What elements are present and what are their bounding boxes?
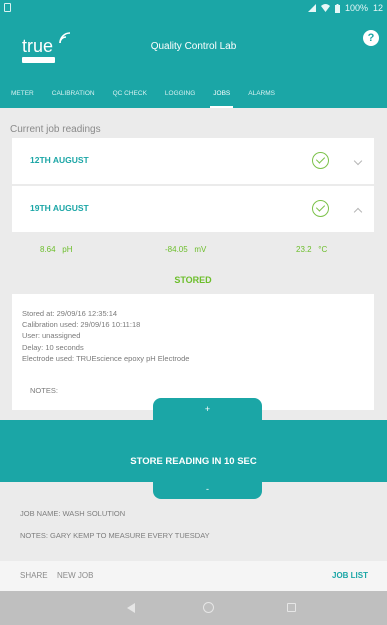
battery-percent: 100% — [344, 3, 368, 13]
store-reading-label: STORE READING IN 10 SEC — [130, 456, 257, 467]
notification-icon — [4, 3, 11, 12]
tab-alarms[interactable]: ALARMS — [239, 80, 284, 108]
calibration-used: Calibration used: 29/09/16 10:11:18 — [22, 320, 141, 330]
job-name: JOB NAME: WASH SOLUTION — [20, 509, 126, 518]
ph-unit: pH — [62, 245, 73, 254]
status-bar: 100% 12 — [0, 0, 387, 16]
back-icon[interactable] — [127, 603, 135, 613]
new-job-button[interactable]: NEW JOB — [57, 571, 93, 580]
app-bar: true Quality Control Lab ? — [0, 16, 387, 80]
temp-reading: 23.2 °C — [296, 245, 327, 254]
home-icon[interactable] — [203, 602, 214, 613]
wifi-icon — [320, 4, 330, 12]
delay: Delay: 10 seconds — [22, 342, 84, 352]
ph-reading: 8.64 pH — [40, 245, 72, 254]
user: User: unassigned — [22, 331, 81, 341]
job-row-12th-august[interactable]: 12TH AUGUST — [12, 138, 374, 184]
decrease-delay-button[interactable]: - — [153, 482, 262, 499]
tab-bar: METER CALIBRATION QC CHECK LOGGING JOBS … — [0, 80, 387, 108]
status-icons: 100% 12 — [307, 3, 383, 13]
tab-logging[interactable]: LOGGING — [156, 80, 204, 108]
logo-tagline — [22, 57, 55, 63]
job-row-19th-august[interactable]: 19TH AUGUST — [12, 186, 374, 232]
mv-unit: mV — [194, 245, 207, 254]
ph-value: 8.64 — [40, 245, 56, 254]
job-notes: NOTES: GARY KEMP TO MEASURE EVERY TUESDA… — [20, 531, 210, 540]
tab-meter[interactable]: METER — [0, 80, 43, 108]
check-circle-icon — [312, 200, 329, 217]
tab-qc-check[interactable]: QC CHECK — [104, 80, 156, 108]
section-title: Current job readings — [10, 124, 101, 135]
mv-value: -84.05 — [165, 245, 188, 254]
stored-status: STORED — [174, 275, 212, 285]
tab-jobs[interactable]: JOBS — [204, 80, 239, 108]
job-list-button[interactable]: JOB LIST — [332, 571, 368, 580]
increase-delay-button[interactable]: + — [153, 398, 262, 420]
recents-icon[interactable] — [287, 603, 296, 612]
electrode-used: Electrode used: TRUEscience epoxy pH Ele… — [22, 353, 190, 363]
tab-calibration[interactable]: CALIBRATION — [43, 80, 104, 108]
temp-unit: °C — [318, 245, 328, 254]
system-nav-bar — [0, 591, 387, 625]
stored-at: Stored at: 29/09/16 12:35:14 — [22, 309, 118, 318]
bottom-actions: SHARE NEW JOB JOB LIST — [0, 561, 387, 591]
clock: 12 — [372, 3, 383, 13]
chevron-up-icon[interactable] — [353, 207, 363, 217]
reading-values: 8.64 pH -84.05 mV 23.2 °C STORED — [12, 232, 374, 294]
store-reading-button[interactable] — [0, 420, 387, 482]
page-title: Quality Control Lab — [150, 41, 237, 52]
help-icon[interactable]: ? — [363, 30, 379, 46]
job-date: 12TH AUGUST — [30, 155, 89, 165]
chevron-down-icon[interactable] — [353, 156, 363, 166]
mv-reading: -84.05 mV — [165, 245, 206, 254]
temp-value: 23.2 — [296, 245, 312, 254]
signal-icon — [307, 4, 316, 12]
check-circle-icon — [312, 152, 329, 169]
job-date: 19TH AUGUST — [30, 203, 89, 213]
notes-label: NOTES: — [30, 386, 58, 395]
battery-icon — [334, 3, 340, 13]
reading-details: Stored at: 29/09/16 12:35:14 Calibration… — [12, 294, 374, 410]
share-button[interactable]: SHARE — [20, 571, 48, 580]
